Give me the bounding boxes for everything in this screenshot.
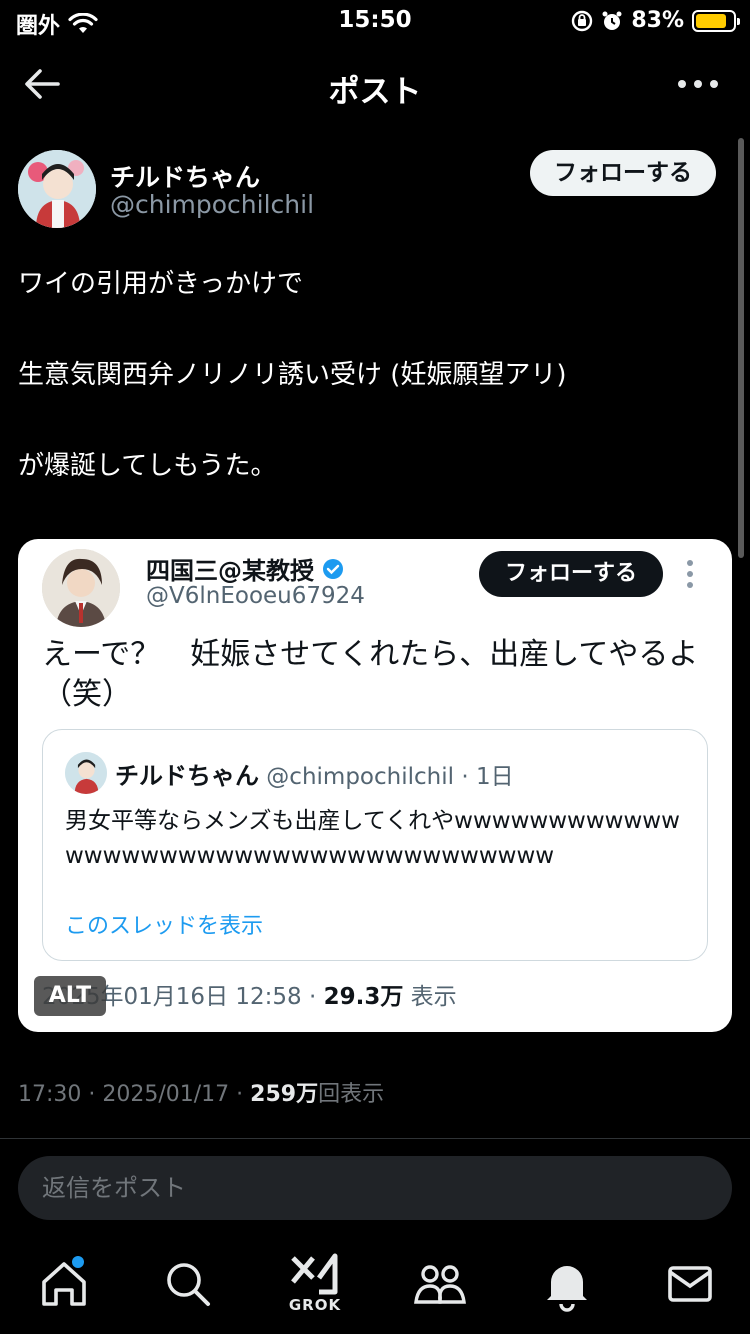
top-header: ポスト — [0, 54, 750, 114]
more-options-icon[interactable] — [676, 72, 720, 96]
notification-dot — [72, 1256, 84, 1268]
image-post-text: えーで？ 妊娠させてくれたら、出産してやるよ（笑） — [42, 637, 699, 712]
page-title: ポスト — [328, 74, 422, 110]
author-handle[interactable]: @chimpochilchil — [110, 190, 314, 219]
quoted-text: 男女平等ならメンズも出産してくれやwwwwwwwwwwwwwwwwwwwwwww… — [65, 808, 680, 869]
verified-badge-icon — [323, 558, 343, 579]
reply-input[interactable] — [18, 1156, 732, 1220]
scrollbar[interactable] — [738, 138, 744, 558]
quoted-post: チルドちゃん @chimpochilchil · 1日 男女平等ならメンズも出産… — [42, 729, 708, 961]
avatar[interactable] — [18, 150, 96, 228]
image-more-icon — [687, 560, 693, 588]
image-author-name: 四国三@某教授 — [146, 551, 344, 586]
post-text: ワイの引用がきっかけで 生意気関西弁ノリノリ誘い受け (妊娠願望アリ) が爆誕し… — [18, 268, 718, 540]
battery-level — [696, 13, 726, 28]
quoted-header: チルドちゃん @chimpochilchil · 1日 — [115, 756, 514, 791]
quoted-avatar — [65, 752, 107, 794]
status-bar: 圏外 15:50 83% — [0, 0, 750, 44]
battery-percent: 83% — [631, 8, 684, 33]
post-text-line: が爆誕してしもうた。 — [18, 450, 277, 481]
post-timestamp: 17:30 · 2025/01/17 · — [18, 1082, 251, 1107]
image-footer-views-label: 表示 — [403, 984, 457, 1010]
divider — [0, 1138, 750, 1139]
quoted-avatar-art — [65, 752, 107, 794]
alarm-icon — [602, 11, 622, 30]
post-author: チルドちゃん @chimpochilchil フォローする — [18, 150, 718, 230]
follow-button[interactable]: フォローする — [530, 150, 716, 196]
grok-label[interactable]: GROK — [284, 1296, 346, 1314]
orientation-lock-icon — [572, 10, 593, 31]
image-author-name-text: 四国三@某教授 — [146, 557, 314, 585]
alt-badge[interactable]: ALT — [34, 976, 106, 1016]
views-label: 回表示 — [318, 1082, 385, 1107]
image-author-avatar-art — [42, 549, 120, 627]
messages-icon[interactable] — [662, 1256, 718, 1312]
reply-box[interactable] — [18, 1156, 732, 1220]
post-text-line: 生意気関西弁ノリノリ誘い受け (妊娠願望アリ) — [18, 359, 567, 390]
home-icon[interactable] — [36, 1256, 92, 1312]
image-footer-views: 29.3万 — [323, 984, 404, 1010]
image-author-handle: @V6lnEooeu67924 — [146, 583, 365, 609]
attached-image[interactable]: 四国三@某教授 @V6lnEooeu67924 フォローする えーで？ 妊娠させ… — [18, 539, 732, 1032]
battery-icon — [692, 9, 740, 32]
post-metadata: 17:30 · 2025/01/17 · 259万回表示 — [18, 1076, 384, 1108]
search-icon[interactable] — [160, 1256, 216, 1312]
post-text-line: ワイの引用がきっかけで — [18, 269, 303, 299]
image-author-avatar — [42, 549, 120, 627]
quoted-meta: @chimpochilchil · 1日 — [259, 764, 514, 790]
avatar-image — [18, 150, 96, 228]
views-count: 259 — [250, 1082, 297, 1107]
author-name[interactable]: チルドちゃん — [110, 158, 260, 194]
image-follow-button: フォローする — [479, 551, 664, 597]
views-unit: 万 — [296, 1082, 319, 1107]
status-right: 83% — [571, 8, 740, 33]
show-thread-link: このスレッドを表示 — [65, 914, 264, 939]
communities-icon[interactable] — [412, 1256, 468, 1312]
quoted-author-name: チルドちゃん — [115, 762, 259, 790]
bottom-tab-bar: GROK — [0, 1248, 750, 1334]
notifications-icon[interactable] — [539, 1256, 595, 1312]
